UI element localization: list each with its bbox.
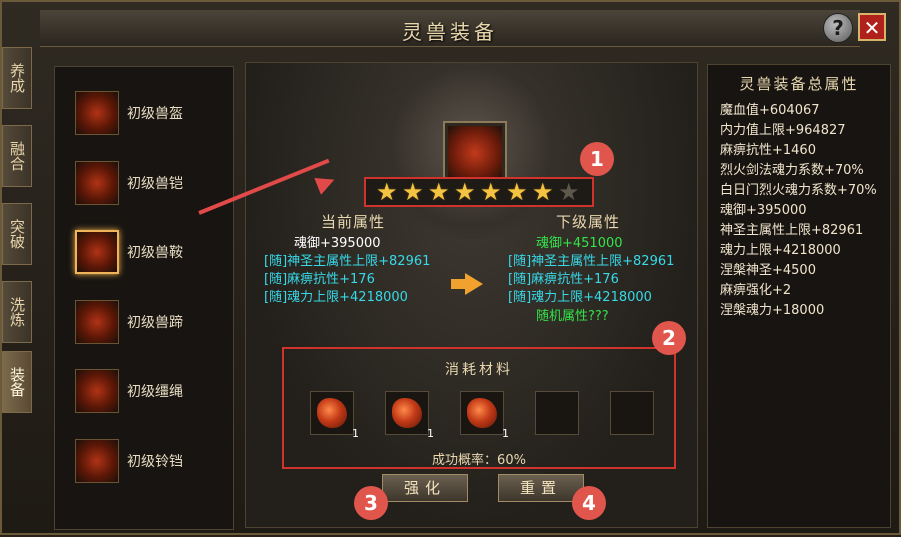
next-attributes-heading: 下级属性 [556,213,621,231]
helmet-icon [75,91,119,135]
material-slot-empty[interactable] [610,391,654,435]
total-attributes-title: 灵兽装备总属性 [739,75,859,93]
total-attr-line: 魂力上限+4218000 [720,243,841,258]
star-icon: ★ [454,178,476,206]
equipment-label: 初级兽蹄 [127,315,183,331]
material-count: 1 [352,427,359,440]
next-attr-line: 魂御+451000 [536,236,623,251]
equipment-item-armor[interactable]: 初级兽铠 [75,159,225,211]
tab-cultivate[interactable]: 养成 [2,47,32,109]
total-attributes-panel: 灵兽装备总属性 魔血值+604067 内力值上限+964827 麻痹抗性+146… [707,64,891,528]
star-icon: ★ [506,178,528,206]
star-rating: ★ ★ ★ ★ ★ ★ ★ ★ [364,177,594,207]
next-attr-line: 随机属性??? [536,309,609,324]
star-icon: ★ [402,178,424,206]
side-tabs: 养成 融合 突破 洗炼 装备 [2,47,34,537]
tab-label: 洗炼 [8,297,26,327]
total-attr-line: 涅槃魂力+18000 [720,303,825,318]
materials-title: 消耗材料 [445,362,513,378]
tab-label: 养成 [8,63,26,93]
rein-icon [75,369,119,413]
total-attr-line: 麻痹抗性+1460 [720,143,816,158]
next-attr-line: [随]神圣主属性上限+82961 [508,254,675,269]
hoof-icon [75,300,119,344]
equipment-window: 灵兽装备 ? ✕ 养成 融合 突破 洗炼 装备 初级兽盔 初级兽铠 初级兽鞍 初… [0,0,901,535]
current-attr-line: [随]神圣主属性上限+82961 [264,254,431,269]
ore-icon [317,398,347,428]
materials-box: 消耗材料 1 1 1 成功概率：60% [282,347,676,469]
material-slot-empty[interactable] [535,391,579,435]
success-rate: 成功概率：60% [432,453,526,468]
equipment-item-helmet[interactable]: 初级兽盔 [75,89,225,141]
material-count: 1 [427,427,434,440]
selected-equipment-icon [443,121,507,185]
current-attr-line: [随]魂力上限+4218000 [264,290,408,305]
saddle-icon [75,230,119,274]
annotation-badge-2: 2 [652,321,686,355]
upgrade-arrow-icon [465,273,483,295]
bell-icon [75,439,119,483]
star-icon: ★ [480,178,502,206]
tab-equipment[interactable]: 装备 [2,351,32,413]
tab-label: 突破 [8,219,26,249]
strengthen-button[interactable]: 强化 [382,474,468,502]
equipment-label: 初级兽铠 [127,176,183,192]
material-slot[interactable]: 1 [385,391,434,440]
total-attr-line: 魂御+395000 [720,203,807,218]
current-attr-line: 魂御+395000 [294,236,381,251]
armor-icon [75,161,119,205]
total-attr-line: 魔血值+604067 [720,103,820,118]
ore-icon [467,398,497,428]
help-button[interactable]: ? [823,13,853,43]
total-attr-line: 神圣主属性上限+82961 [720,223,864,238]
total-attr-line: 麻痹强化+2 [720,283,792,298]
upgrade-panel: ★ ★ ★ ★ ★ ★ ★ ★ 当前属性 下级属性 魂御+395000 [随]神… [245,62,698,528]
annotation-badge-4: 4 [572,486,606,520]
title-bar: 灵兽装备 [40,10,860,47]
equipment-list: 初级兽盔 初级兽铠 初级兽鞍 初级兽蹄 初级缰绳 初级铃铛 [54,66,234,530]
reset-button[interactable]: 重置 [498,474,584,502]
current-attr-line: [随]麻痹抗性+176 [264,272,375,287]
total-attr-line: 内力值上限+964827 [720,123,846,138]
equipment-label: 初级兽鞍 [127,245,183,261]
star-icon: ★ [428,178,450,206]
equipment-label: 初级兽盔 [127,106,183,122]
tab-refine[interactable]: 洗炼 [2,281,32,343]
tab-label: 装备 [8,367,26,397]
star-icon: ★ [376,178,398,206]
annotation-badge-3: 3 [354,486,388,520]
tab-label: 融合 [8,141,26,171]
annotation-badge-1: 1 [580,142,614,176]
total-attr-line: 涅槃神圣+4500 [720,263,816,278]
current-attributes-heading: 当前属性 [321,213,386,231]
tab-fuse[interactable]: 融合 [2,125,32,187]
tab-breakthrough[interactable]: 突破 [2,203,32,265]
material-slot[interactable]: 1 [460,391,509,440]
next-attr-line: [随]魂力上限+4218000 [508,290,652,305]
equipment-label: 初级缰绳 [127,384,183,400]
next-attr-line: [随]麻痹抗性+176 [508,272,619,287]
equipment-item-saddle[interactable]: 初级兽鞍 [75,228,225,280]
equipment-item-bell[interactable]: 初级铃铛 [75,437,225,489]
material-count: 1 [502,427,509,440]
total-attr-line: 白日门烈火魂力系数+70% [720,183,877,198]
equipment-label: 初级铃铛 [127,454,183,470]
star-icon: ★ [532,178,554,206]
equipment-item-hoof[interactable]: 初级兽蹄 [75,298,225,350]
ore-icon [392,398,422,428]
star-empty-icon: ★ [558,178,580,206]
material-slot[interactable]: 1 [310,391,359,440]
window-title: 灵兽装备 [402,20,498,44]
total-attr-line: 烈火剑法魂力系数+70% [720,163,864,178]
equipment-item-rein[interactable]: 初级缰绳 [75,367,225,419]
close-button[interactable]: ✕ [858,13,886,41]
